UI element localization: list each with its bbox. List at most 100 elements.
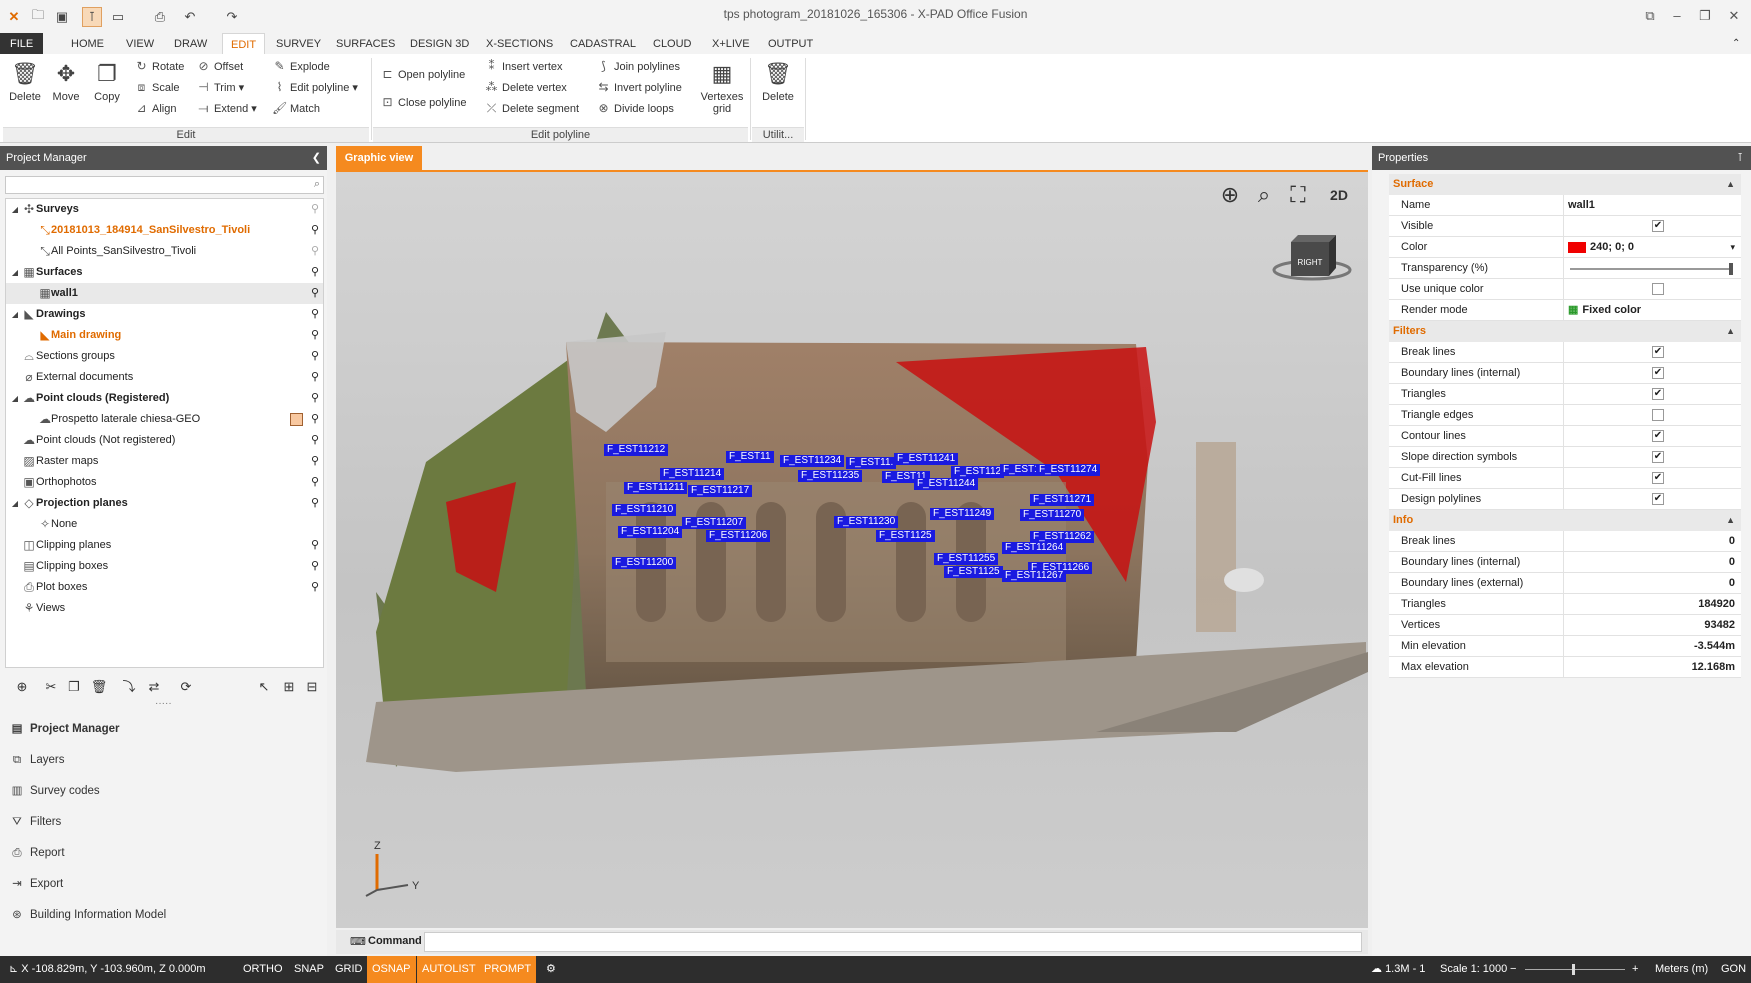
copy-button[interactable]: ❐ Copy <box>87 58 127 103</box>
zoom-in-button[interactable]: + <box>1627 956 1643 983</box>
zoom-out-button[interactable]: − <box>1505 956 1521 983</box>
collapse-panel-icon[interactable]: ❮ <box>312 146 321 170</box>
refresh-icon[interactable]: ⟳ <box>177 678 195 696</box>
tab-survey[interactable]: SURVEY <box>268 33 329 55</box>
point-label[interactable]: F_EST11270 <box>1020 509 1085 521</box>
divide-loops-button[interactable]: ⊗ Divide loops <box>596 99 673 117</box>
point-label[interactable]: F_EST1125 <box>876 530 935 542</box>
point-label[interactable]: F_EST11 <box>726 451 774 463</box>
point-label[interactable]: F_EST11234 <box>780 455 845 467</box>
visibility-bulb-icon[interactable]: ⚲ <box>311 346 319 367</box>
tree-item[interactable]: ⌓ Sections groups ⚲ <box>6 346 323 367</box>
close-button[interactable]: ✕ <box>1722 8 1746 24</box>
collapse-all-icon[interactable]: ⊟ <box>303 678 321 696</box>
point-label[interactable]: F_EST11235 <box>798 470 863 482</box>
splitter-handle[interactable]: ····· <box>155 698 172 709</box>
render-mode-select[interactable]: ▦ Fixed color <box>1563 300 1737 321</box>
point-label[interactable]: F_EST11255 <box>934 553 999 565</box>
color-select[interactable]: 240; 0; 0 ▾ <box>1563 237 1737 258</box>
nav-project-manager[interactable]: ▤ Project Manager <box>8 717 120 741</box>
tree-item[interactable]: ▦ wall1 ⚲ <box>6 283 323 304</box>
point-label[interactable]: F_EST11241 <box>894 453 959 465</box>
point-label[interactable]: F_EST11212 <box>604 444 669 456</box>
ortho-toggle[interactable]: ORTHO <box>238 956 288 983</box>
open-polyline-button[interactable]: ⊏ Open polyline <box>380 65 465 83</box>
point-label[interactable]: F_EST11271 <box>1030 494 1095 506</box>
zoom-icon[interactable]: ⌕ <box>1251 182 1277 208</box>
tree-item[interactable]: ▤ Clipping boxes ⚲ <box>6 556 323 577</box>
tab-view[interactable]: VIEW <box>118 33 162 55</box>
nav-survey-codes[interactable]: ▥ Survey codes <box>8 779 100 803</box>
tab-home[interactable]: HOME <box>63 33 112 55</box>
delete-vertex-button[interactable]: ⁂ Delete vertex <box>484 78 567 96</box>
visibility-bulb-icon[interactable]: ⚲ <box>311 472 319 493</box>
match-button[interactable]: 🖌 Match <box>272 99 320 117</box>
vertexes-grid-button[interactable]: ▦ Vertexes grid <box>700 58 744 115</box>
filter-checkbox[interactable]: ✔ <box>1652 493 1664 505</box>
tab-file[interactable]: FILE <box>0 33 44 55</box>
visibility-bulb-icon[interactable]: ⚲ <box>311 535 319 556</box>
cursor-icon[interactable]: ↖ <box>255 678 273 696</box>
visibility-bulb-icon[interactable]: ⚲ <box>311 577 319 598</box>
delete-segment-button[interactable]: ⤫ Delete segment <box>484 99 579 117</box>
section-surface[interactable]: Surface ▲ <box>1389 174 1741 195</box>
nav-report[interactable]: ⎙ Report <box>8 841 64 865</box>
expand-arrow-icon[interactable]: ◢ <box>10 388 20 409</box>
tree-item[interactable]: ⚘ Views <box>6 598 323 619</box>
cut-icon[interactable]: ✂ <box>42 678 60 696</box>
invert-polyline-button[interactable]: ⇆ Invert polyline <box>596 78 681 96</box>
section-filters[interactable]: Filters ▲ <box>1389 321 1741 342</box>
edit-polyline-button[interactable]: ⌇ Edit polyline ▾ <box>272 78 358 96</box>
offset-button[interactable]: ⊘ Offset <box>196 57 243 75</box>
tree-item[interactable]: ⤡ All Points_SanSilvestro_Tivoli ⚲ <box>6 241 323 262</box>
extend-button[interactable]: ⟞ Extend ▾ <box>196 99 257 117</box>
nav-bim[interactable]: ⊛ Building Information Model <box>8 903 166 927</box>
filter-checkbox[interactable]: ✔ <box>1652 430 1664 442</box>
nav-filters[interactable]: ⛛ Filters <box>8 810 61 834</box>
point-label[interactable]: F_EST11204 <box>618 526 683 538</box>
tree-item[interactable]: ⤡ 20181013_184914_SanSilvestro_Tivoli ⚲ <box>6 220 323 241</box>
point-label[interactable]: F_EST11217 <box>688 485 753 497</box>
zoom-extents-icon[interactable]: ⛶ <box>1285 182 1311 208</box>
move-button[interactable]: ✥ Move <box>46 58 86 103</box>
visibility-bulb-icon[interactable]: ⚲ <box>311 325 319 346</box>
view-2d-button[interactable]: 2D <box>1326 182 1352 208</box>
point-label[interactable]: F_EST11267 <box>1002 570 1067 582</box>
visibility-bulb-icon[interactable]: ⚲ <box>311 220 319 241</box>
align-button[interactable]: ⊿ Align <box>134 99 176 117</box>
nav-export[interactable]: ⇥ Export <box>8 872 63 896</box>
restore-button[interactable]: ❐ <box>1693 8 1717 24</box>
add-icon[interactable]: ⊕ <box>13 678 31 696</box>
point-label[interactable]: F_EST11274 <box>1036 464 1101 476</box>
join-polylines-button[interactable]: ⟆ Join polylines <box>596 57 680 75</box>
transparency-slider[interactable] <box>1570 268 1731 270</box>
tree-item[interactable]: ⎙ Plot boxes ⚲ <box>6 577 323 598</box>
tree-item[interactable]: ◢ ☁ Point clouds (Registered) ⚲ <box>6 388 323 409</box>
point-label[interactable]: F_EST11211 <box>624 482 688 494</box>
insert-vertex-button[interactable]: ⁑ Insert vertex <box>484 57 563 75</box>
tab-surfaces[interactable]: SURFACES <box>328 33 403 55</box>
units-selector[interactable]: Meters (m) <box>1650 956 1713 983</box>
point-label[interactable]: F_EST11230 <box>834 516 899 528</box>
point-label[interactable]: F_EST1125 <box>944 566 1003 578</box>
visibility-bulb-icon[interactable]: ⚲ <box>311 241 319 262</box>
tab-graphic-view[interactable]: Graphic view <box>336 146 422 170</box>
visibility-bulb-icon[interactable]: ⚲ <box>311 304 319 325</box>
trim-button[interactable]: ⊣ Trim ▾ <box>196 78 244 96</box>
copy-icon[interactable]: ❐ <box>65 678 83 696</box>
visibility-bulb-icon[interactable]: ⚲ <box>311 283 319 304</box>
pin-icon[interactable]: ⊺ <box>1737 146 1743 170</box>
point-label[interactable]: F_EST11200 <box>612 557 677 569</box>
point-label[interactable]: F_EST11. <box>846 457 897 469</box>
point-label[interactable]: F_EST11264 <box>1002 542 1067 554</box>
cloud-color-swatch[interactable] <box>290 413 303 426</box>
tab-draw[interactable]: DRAW <box>166 33 215 55</box>
rotate-button[interactable]: ↻ Rotate <box>134 57 184 75</box>
visibility-bulb-icon[interactable]: ⚲ <box>311 262 319 283</box>
tab-edit[interactable]: EDIT <box>222 33 266 55</box>
explode-button[interactable]: ✎ Explode <box>272 57 329 75</box>
slider-thumb[interactable] <box>1729 263 1733 275</box>
visibility-bulb-icon[interactable]: ⚲ <box>311 493 319 514</box>
visibility-bulb-icon[interactable]: ⚲ <box>311 409 319 430</box>
filter-checkbox[interactable]: ✔ <box>1652 388 1664 400</box>
